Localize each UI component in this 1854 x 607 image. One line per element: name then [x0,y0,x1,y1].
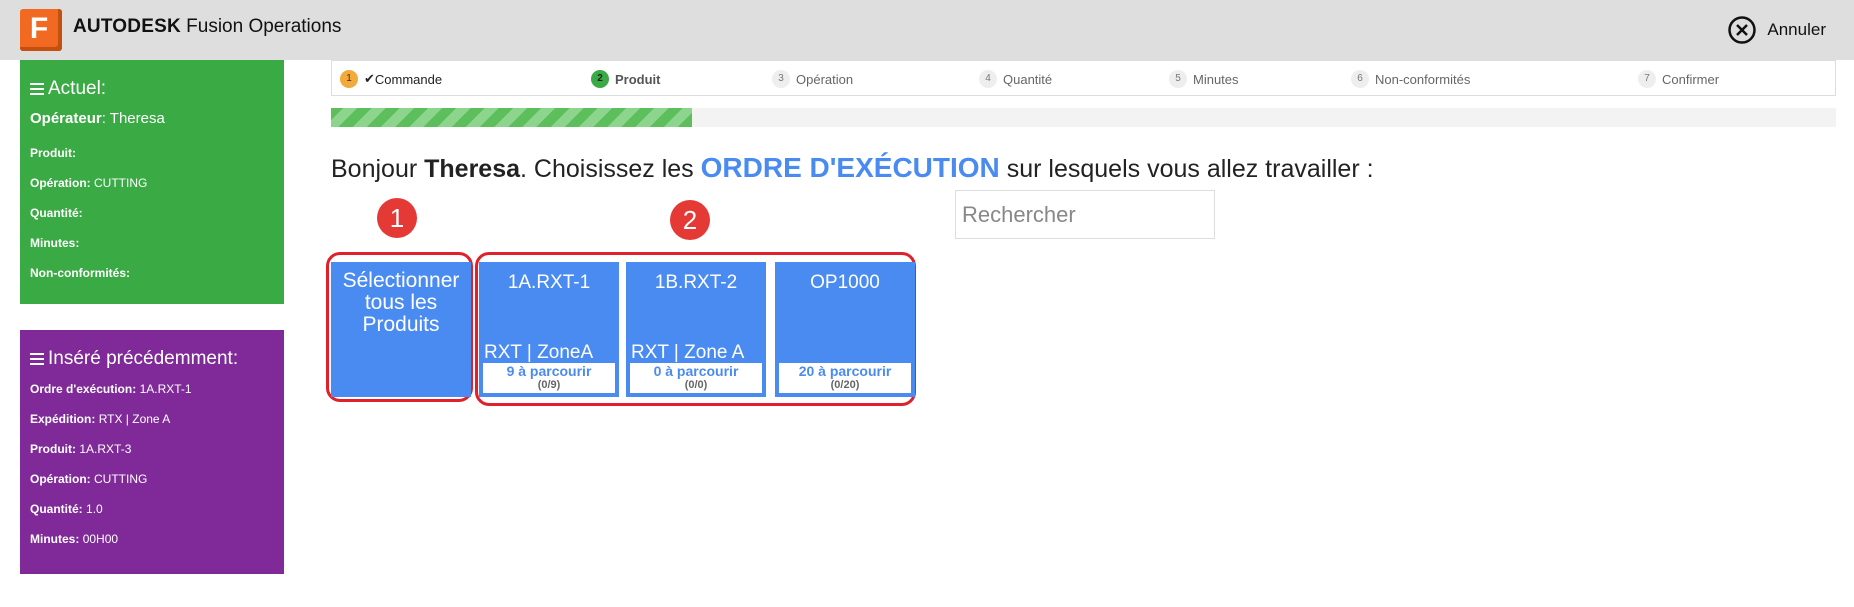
order-location: RXT | Zone A [631,342,745,363]
step-nonconformites[interactable]: 6 Non-conformités [1351,70,1470,88]
step-label: Minutes [1193,71,1239,87]
previous-order-row: Ordre d'exécution: 1A.RXT-1 [30,382,192,396]
current-product-row: Produit: [30,146,76,160]
greeting-keyword: ORDRE D'EXÉCUTION [700,152,1000,183]
operator-name: Theresa [424,155,521,183]
current-quantity-row: Quantité: [30,206,83,220]
cancel-button[interactable]: Annuler [1727,14,1826,46]
select-all-label: Sélectionner tous les Produits [342,269,460,336]
greeting-middle: . Choisissez les [520,155,701,183]
close-circle-icon [1728,16,1757,44]
progress-fill [331,108,693,127]
previous-panel-title-text: Inséré précédemment: [48,348,239,369]
order-tile[interactable]: 1A.RXT-1 RXT | ZoneA 9 à parcourir (0/9) [479,262,619,397]
previous-panel-title: Inséré précédemment: [30,348,274,370]
step-minutes[interactable]: 5 Minutes [1169,70,1239,88]
step-produit[interactable]: 2 Produit [591,70,661,88]
brand-name: AUTODESK [73,16,181,37]
order-ratio: (0/0) [684,379,708,391]
step-number: 7 [1638,70,1656,88]
previous-minutes-row: Minutes: 00H00 [30,532,119,546]
order-remaining: 0 à parcourir [653,363,739,379]
step-number: 2 [591,70,609,88]
step-commande[interactable]: 1 ✔ Commande [340,70,442,88]
check-icon: ✔ [364,71,375,86]
order-count-box: 9 à parcourir (0/9) [483,363,615,393]
order-code: 1A.RXT-1 [507,272,591,293]
order-remaining: 20 à parcourir [798,363,892,379]
previous-product-row: Produit: 1A.RXT-3 [30,442,132,456]
wizard-steps: 1 ✔ Commande 2 Produit 3 Opération 4 Qua… [331,60,1836,96]
previous-operation-row: Opération: CUTTING [30,472,148,486]
search-input[interactable] [955,190,1215,239]
step-confirmer[interactable]: 7 Confirmer [1638,70,1719,88]
greeting-heading: Bonjour Theresa. Choisissez les ORDRE D'… [331,152,1374,184]
step-number: 4 [979,70,997,88]
current-panel-title: Actuel: [30,78,274,100]
logo-letter: F [29,12,49,45]
select-all-products-button[interactable]: Sélectionner tous les Produits [331,262,471,397]
step-number: 1 [340,70,358,88]
annotation-badge-2: 2 [670,200,710,240]
menu-icon [30,83,44,95]
cancel-label: Annuler [1767,20,1826,39]
order-location: RXT | ZoneA [484,342,594,363]
previous-info-panel: Inséré précédemment: Ordre d'exécution: … [20,330,284,574]
current-operation-row: Opération: CUTTING [30,176,148,190]
order-remaining: 9 à parcourir [506,363,592,379]
app-header: F AUTODESK Fusion Operations Annuler [0,0,1854,60]
step-label: Commande [374,71,443,87]
step-number: 3 [772,70,790,88]
current-operator-row: Opérateur: Theresa [30,110,165,127]
step-label: Non-conformités [1375,71,1471,87]
app-title: AUTODESK Fusion Operations [73,16,341,38]
order-tile[interactable]: OP1000 20 à parcourir (0/20) [775,262,915,397]
greeting-hello: Bonjour [331,155,425,183]
previous-quantity-row: Quantité: 1.0 [30,502,103,516]
order-count-box: 20 à parcourir (0/20) [779,363,911,393]
order-tile[interactable]: 1B.RXT-2 RXT | Zone A 0 à parcourir (0/0… [626,262,766,397]
current-nonconformities-row: Non-conformités: [30,266,130,280]
current-info-panel: Actuel: Opérateur: Theresa Produit: Opér… [20,60,284,304]
current-minutes-row: Minutes: [30,236,80,250]
step-label: Opération [796,71,854,87]
step-label: Confirmer [1662,71,1720,87]
step-label: Quantité [1003,71,1053,87]
order-code: 1B.RXT-2 [654,272,738,293]
order-ratio: (0/20) [830,379,860,391]
greeting-end: sur lesquels vous allez travailler : [999,155,1374,183]
menu-icon [30,353,44,365]
step-quantite[interactable]: 4 Quantité [979,70,1052,88]
progress-bar [331,108,1836,127]
previous-shipping-row: Expédition: RTX | Zone A [30,412,171,426]
product-name: Fusion Operations [180,16,342,37]
step-number: 6 [1351,70,1369,88]
step-operation[interactable]: 3 Opération [772,70,853,88]
fusion-logo-icon: F [20,9,62,51]
order-count-box: 0 à parcourir (0/0) [630,363,762,393]
annotation-badge-1: 1 [377,198,417,238]
order-code: OP1000 [810,272,880,293]
current-panel-title-text: Actuel: [48,78,107,99]
step-label: Produit [615,71,661,87]
order-ratio: (0/9) [537,379,561,391]
step-number: 5 [1169,70,1187,88]
